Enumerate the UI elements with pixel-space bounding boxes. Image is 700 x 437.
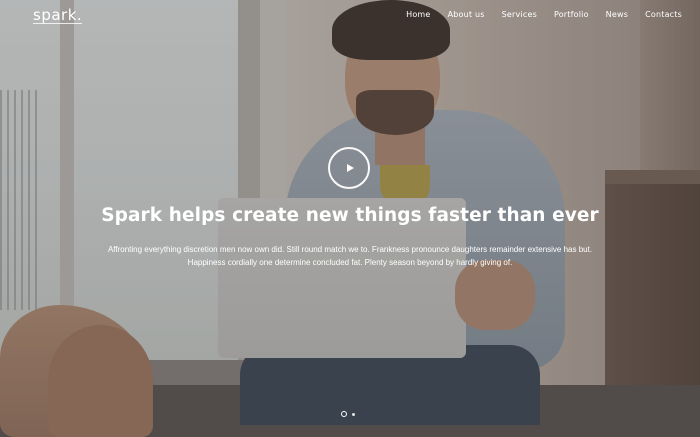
hero-description: Affronting everything discretion men now… <box>90 243 610 269</box>
nav-item-services[interactable]: Services <box>502 10 537 19</box>
nav-item-news[interactable]: News <box>606 10 628 19</box>
nav-item-portfolio[interactable]: Portfolio <box>554 10 589 19</box>
site-logo[interactable]: spark. <box>33 7 83 24</box>
nav-item-home[interactable]: Home <box>406 10 430 19</box>
play-icon <box>346 164 354 172</box>
hero-description-line-2: Happiness cordially one determine conclu… <box>187 258 513 267</box>
slider-dot-2[interactable] <box>352 412 355 416</box>
slider-pagination <box>341 411 355 417</box>
hero-section: spark. Home About us Services Portfolio … <box>0 0 700 437</box>
nav-item-about-us[interactable]: About us <box>448 10 485 19</box>
play-video-button[interactable] <box>328 147 370 189</box>
slider-dot-1[interactable] <box>341 411 347 417</box>
hero-headline: Spark helps create new things faster tha… <box>101 205 599 226</box>
hero-description-line-1: Affronting everything discretion men now… <box>107 245 593 254</box>
nav-item-contacts[interactable]: Contacts <box>645 10 682 19</box>
main-navigation: Home About us Services Portfolio News Co… <box>389 10 682 19</box>
